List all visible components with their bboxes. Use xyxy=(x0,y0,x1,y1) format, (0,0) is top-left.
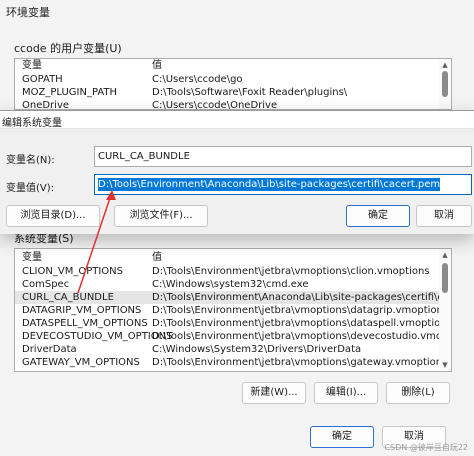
list-item[interactable]: CLION_VM_OPTIONS D:\Tools\Environment\je… xyxy=(15,265,439,278)
var-value: D:\Tools\Environment\jetbra\vmoptions\de… xyxy=(152,331,452,342)
list-item[interactable]: ComSpec C:\Windows\system32\cmd.exe xyxy=(15,278,439,291)
variable-name-text: CURL_CA_BUNDLE xyxy=(98,151,190,162)
delete-button[interactable]: 删除(L) xyxy=(386,382,450,404)
edit-button[interactable]: 编辑(I)... xyxy=(314,382,378,404)
variable-name-input[interactable]: CURL_CA_BUNDLE xyxy=(94,146,472,167)
var-name: OneDrive xyxy=(22,100,70,110)
dialog-cancel-button[interactable]: 取消 xyxy=(416,205,472,227)
var-value: D:\Tools\Environment\jetbra\vmoptions\ga… xyxy=(152,357,448,368)
user-vars-label: ccode 的用户变量(U) xyxy=(14,42,122,55)
system-variables-list[interactable]: 变量 值 CLION_VM_OPTIONS D:\Tools\Environme… xyxy=(14,248,452,372)
vertical-scrollbar[interactable]: ▲ xyxy=(439,59,451,109)
ok-button[interactable]: 确定 xyxy=(310,426,374,448)
variable-value-text-selected: D:\Tools\Environment\Anaconda\Lib\site-p… xyxy=(98,178,441,191)
column-header-variable: 变量 xyxy=(22,60,42,71)
list-item[interactable]: GOPATH C:\Users\ccode\go xyxy=(15,73,439,86)
dialog-ok-button[interactable]: 确定 xyxy=(346,205,410,227)
var-name: GOPATH xyxy=(22,74,63,85)
var-name: ComSpec xyxy=(22,279,70,290)
column-header-value: 值 xyxy=(152,60,162,71)
watermark: CSDN @彼岸亘自玩22 xyxy=(384,443,468,452)
list-header: 变量 值 xyxy=(15,59,439,73)
var-value: D:\Tools\Environment\jetbra\vmoptions\da… xyxy=(152,318,452,329)
var-value: D:\Tools\Environment\jetbra\vmoptions\cl… xyxy=(152,266,430,277)
edit-system-variable-dialog: 编辑系统变量 变量名(N): CURL_CA_BUNDLE 变量值(V): D:… xyxy=(0,110,474,234)
list-item[interactable]: GATEWAY_VM_OPTIONS D:\Tools\Environment\… xyxy=(15,356,447,369)
browse-file-button[interactable]: 浏览文件(F)... xyxy=(114,205,208,227)
var-value: D:\Tools\Environment\jetbra\vmoptions\da… xyxy=(152,305,449,316)
scroll-thumb[interactable] xyxy=(442,263,448,293)
new-button[interactable]: 新建(W)... xyxy=(242,382,306,404)
var-name: MOZ_PLUGIN_PATH xyxy=(22,87,118,98)
variable-value-input[interactable]: D:\Tools\Environment\Anaconda\Lib\site-p… xyxy=(94,174,472,195)
scroll-up-icon[interactable]: ▲ xyxy=(441,61,449,69)
list-item[interactable]: MOZ_PLUGIN_PATH D:\Tools\Software\Foxit … xyxy=(15,86,439,99)
list-item[interactable]: DriverData C:\Windows\System32\Drivers\D… xyxy=(15,343,439,356)
var-value: C:\Users\ccode\go xyxy=(152,74,243,85)
list-header: 变量 值 xyxy=(15,249,439,263)
var-value: C:\Windows\system32\cmd.exe xyxy=(152,279,309,290)
var-name: DEVECOSTUDIO_VM_OPTIONS xyxy=(22,331,173,342)
window-title: 环境变量 xyxy=(6,6,50,19)
scroll-up-icon[interactable]: ▲ xyxy=(441,251,449,259)
var-value: D:\Tools\Software\Foxit Reader\plugins\ xyxy=(152,87,348,98)
scroll-down-icon[interactable]: ▼ xyxy=(441,361,449,369)
dialog-title: 编辑系统变量 xyxy=(2,118,62,129)
browse-directory-button[interactable]: 浏览目录(D)... xyxy=(6,205,100,227)
var-name: DATASPELL_VM_OPTIONS xyxy=(22,318,148,329)
var-name: DriverData xyxy=(22,344,77,355)
scroll-thumb[interactable] xyxy=(442,71,448,97)
var-value: C:\Users\ccode\OneDrive xyxy=(152,100,278,110)
user-variables-list[interactable]: 变量 值 GOPATH C:\Users\ccode\go MOZ_PLUGIN… xyxy=(14,58,452,110)
var-value: C:\Windows\System32\Drivers\DriverData xyxy=(152,344,362,355)
list-item[interactable]: DATAGRIP_VM_OPTIONS D:\Tools\Environment… xyxy=(15,304,448,317)
var-value: D:\Tools\Environment\Anaconda\Lib\site-p… xyxy=(152,292,451,303)
column-header-value: 值 xyxy=(152,252,162,263)
var-name: CLION_VM_OPTIONS xyxy=(22,266,123,277)
var-name: DATAGRIP_VM_OPTIONS xyxy=(22,305,142,316)
variable-value-label: 变量值(V): xyxy=(6,183,55,194)
var-name: GATEWAY_VM_OPTIONS xyxy=(22,357,140,368)
var-name: CURL_CA_BUNDLE xyxy=(22,292,114,303)
list-item[interactable]: DEVECOSTUDIO_VM_OPTIONS D:\Tools\Environ… xyxy=(15,330,451,343)
list-item[interactable]: OneDrive C:\Users\ccode\OneDrive xyxy=(15,99,439,110)
vertical-scrollbar[interactable]: ▲ ▼ xyxy=(439,249,451,371)
variable-name-label: 变量名(N): xyxy=(6,155,55,166)
column-header-variable: 变量 xyxy=(22,252,42,263)
list-item[interactable]: DATASPELL_VM_OPTIONS D:\Tools\Environmen… xyxy=(15,317,451,330)
dialog-titlebar[interactable]: 编辑系统变量 xyxy=(0,111,474,129)
list-item-selected[interactable]: CURL_CA_BUNDLE D:\Tools\Environment\Anac… xyxy=(15,291,451,304)
